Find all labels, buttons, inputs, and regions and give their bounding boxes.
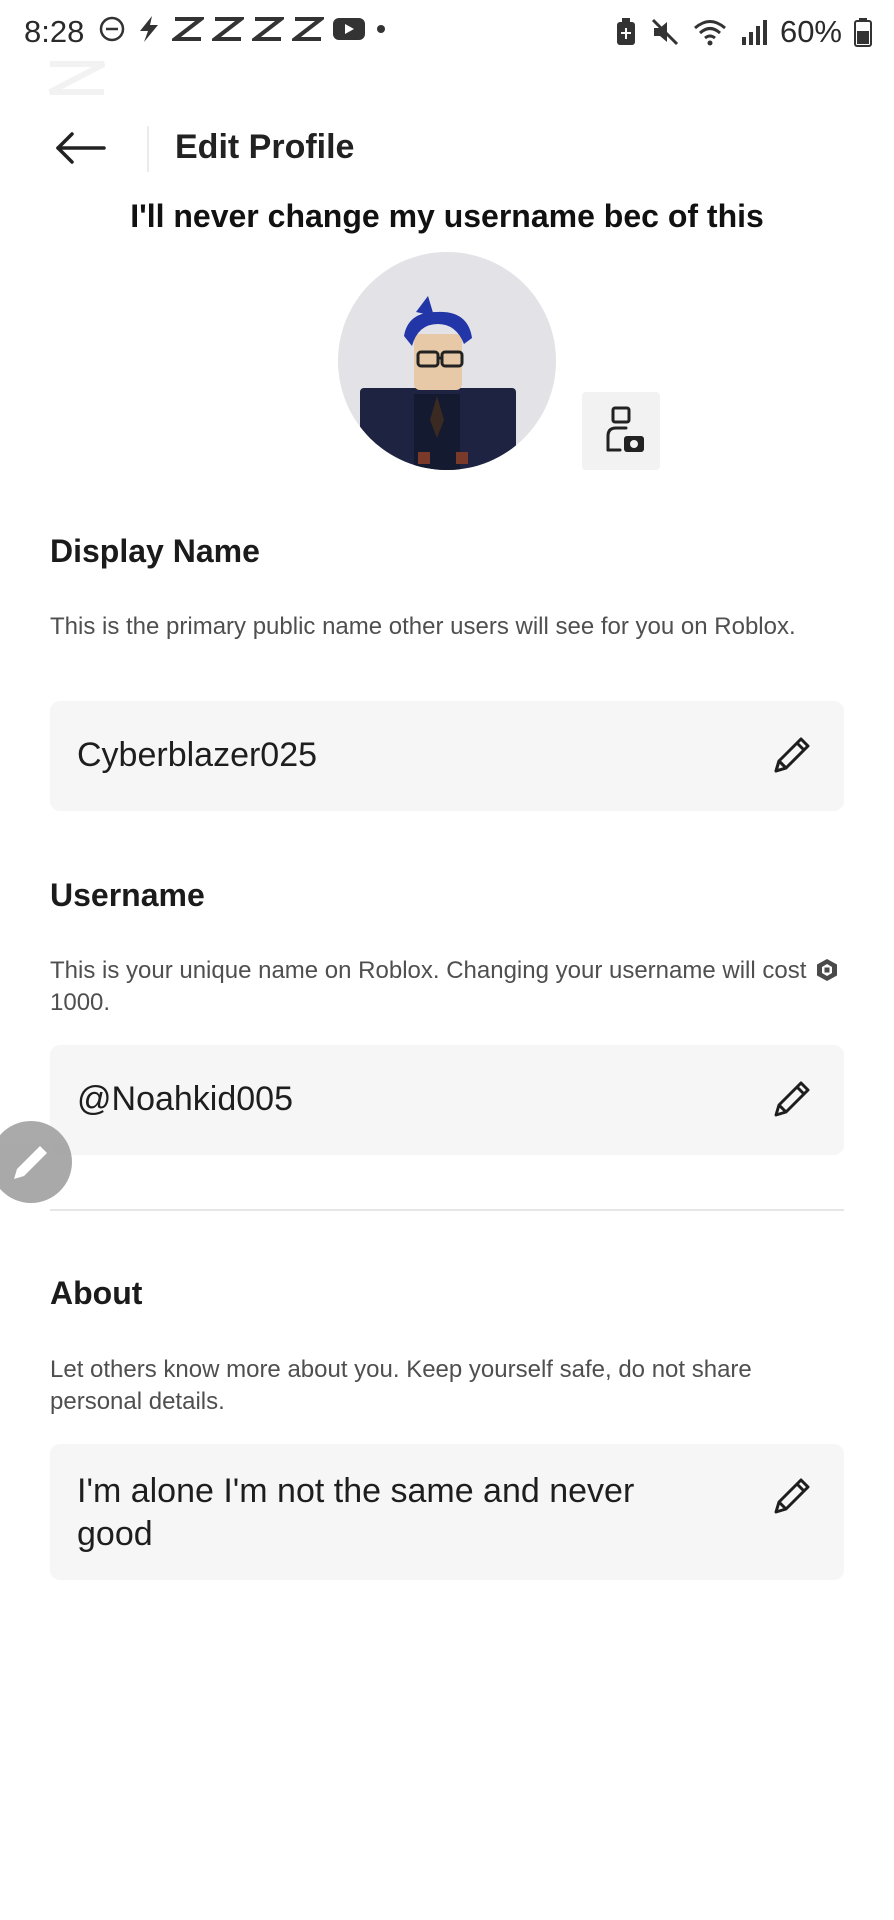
username-field[interactable]: @Noahkid005 <box>50 1045 844 1155</box>
username-heading: Username <box>50 877 205 913</box>
capcut-icon <box>172 17 204 41</box>
avatar-image <box>360 296 516 470</box>
pencil-icon <box>14 1146 47 1179</box>
dot-icon <box>377 25 385 33</box>
capcut-icon <box>212 17 244 41</box>
lightning-icon <box>140 16 158 42</box>
header-divider <box>147 126 149 172</box>
about-value: I'm alone I'm not the same and never goo… <box>77 1472 635 1553</box>
about-field[interactable]: I'm alone I'm not the same and never goo… <box>50 1444 844 1580</box>
robux-icon <box>817 959 838 981</box>
avatar <box>338 252 556 470</box>
do-not-disturb-icon <box>99 16 125 42</box>
display-name-description: This is the primary public name other us… <box>50 613 796 640</box>
video-caption: I'll never change my username bec of thi… <box>130 198 764 234</box>
wifi-icon <box>693 20 726 46</box>
youtube-icon <box>333 18 365 40</box>
username-value: @Noahkid005 <box>77 1080 293 1118</box>
arrow-left-icon[interactable] <box>52 128 108 168</box>
capcut-watermark-icon <box>48 61 106 95</box>
pencil-icon[interactable] <box>766 731 816 781</box>
battery-saver-icon <box>616 18 635 45</box>
display-name-field[interactable]: Cyberblazer025 <box>50 701 844 811</box>
about-description: Let others know more about you. Keep you… <box>50 1356 752 1415</box>
username-cost: 1000. <box>50 989 111 1016</box>
header: Edit Profile <box>0 112 894 184</box>
pencil-icon[interactable] <box>766 1472 816 1522</box>
username-description: This is your unique name on Roblox. Chan… <box>50 955 850 1019</box>
about-heading: About <box>50 1275 143 1311</box>
avatar-customize-icon <box>606 406 644 452</box>
status-bar: 8:28 60% <box>0 0 894 64</box>
mute-icon <box>651 18 679 46</box>
capcut-icon <box>292 17 324 41</box>
floating-edit-button[interactable] <box>0 1121 72 1203</box>
capcut-icon <box>252 17 284 41</box>
display-name-value: Cyberblazer025 <box>77 736 318 774</box>
signal-icon <box>741 20 767 45</box>
notification-icons <box>98 14 388 44</box>
display-name-heading: Display Name <box>50 533 260 569</box>
edit-avatar-button[interactable] <box>582 392 660 470</box>
pencil-icon[interactable] <box>766 1075 816 1125</box>
username-description-text: This is your unique name on Roblox. Chan… <box>50 957 814 984</box>
page-title: Edit Profile <box>175 128 355 166</box>
system-icons: 60% <box>614 14 872 50</box>
section-divider <box>50 1209 844 1211</box>
status-time: 8:28 <box>24 14 85 49</box>
battery-percentage: 60% <box>779 14 842 49</box>
battery-icon <box>854 18 872 47</box>
